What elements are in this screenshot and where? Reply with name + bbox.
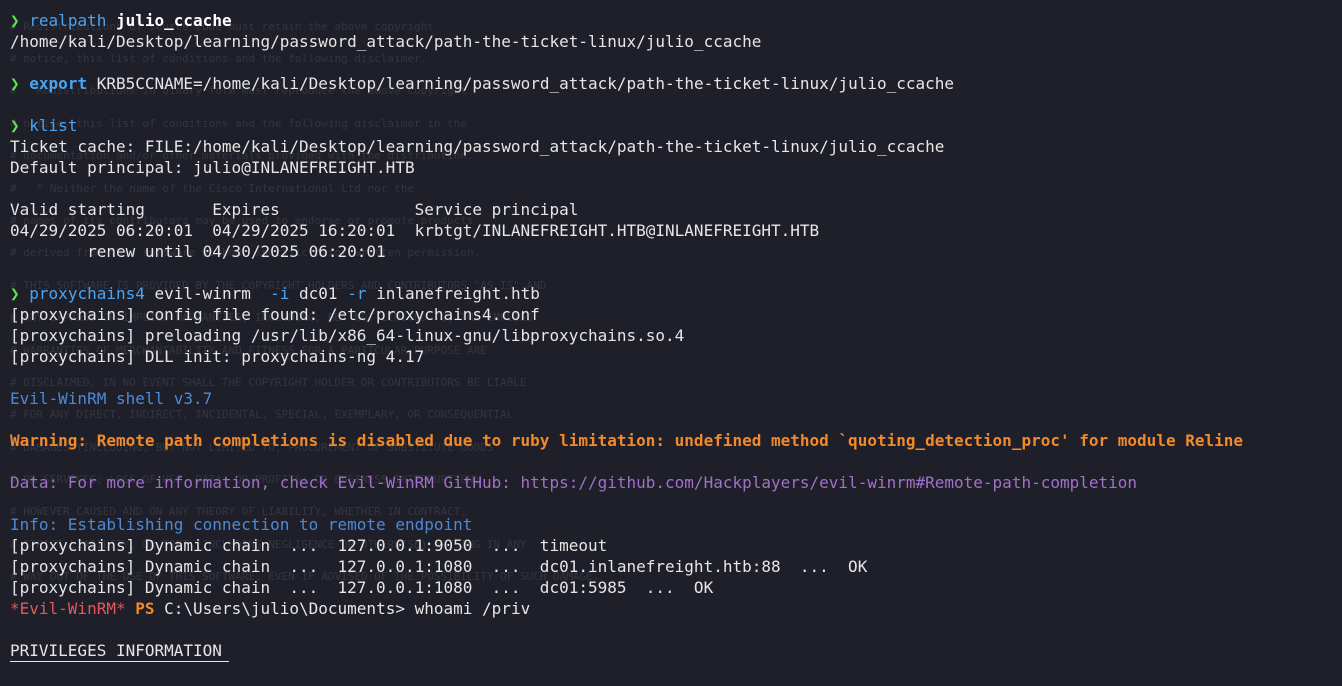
ps-label: PS [135, 599, 155, 618]
command-name: export [29, 74, 88, 93]
command-name: proxychains4 [29, 284, 145, 303]
evil-winrm-banner: Evil-WinRM shell v3.7 [10, 389, 213, 408]
command-name: realpath [29, 11, 107, 30]
command-arg: dc01 [299, 284, 338, 303]
command-line-realpath: ❯ realpath julio_ccache [10, 10, 1243, 31]
ps-command: whoami /priv [414, 599, 531, 618]
output-line: Default principal: julio@INLANEFREIGHT.H… [10, 158, 415, 177]
command-flag: -r [347, 284, 367, 303]
proxychains-output-line: [proxychains] config file found: /etc/pr… [10, 305, 540, 324]
ps-path: C:\Users\julio\Documents> [164, 599, 405, 618]
warning-line: Warning: Remote path completions is disa… [10, 431, 1243, 450]
data-info-line: Data: For more information, check Evil-W… [10, 473, 1138, 492]
proxychains-chain-line: [proxychains] Dynamic chain ... 127.0.0.… [10, 578, 714, 597]
terminal-output: ❯ realpath julio_ccache /home/kali/Deskt… [10, 10, 1243, 662]
heading-underline [10, 661, 229, 662]
command-line-export: ❯ export KRB5CCNAME=/home/kali/Desktop/l… [10, 73, 1243, 94]
prompt-arrow-icon: ❯ [10, 74, 20, 93]
proxychains-output-line: [proxychains] DLL init: proxychains-ng 4… [10, 347, 425, 366]
prompt-arrow-icon: ❯ [10, 116, 20, 135]
proxychains-output-line: [proxychains] preloading /usr/lib/x86_64… [10, 326, 685, 345]
command-arg: julio_ccache [115, 11, 232, 30]
powershell-prompt-line[interactable]: *Evil-WinRM* PS C:\Users\julio\Documents… [10, 598, 1243, 619]
terminal-window[interactable]: # Redistributions of source code must re… [0, 0, 1342, 686]
proxychains-chain-line: [proxychains] Dynamic chain ... 127.0.0.… [10, 536, 608, 555]
evil-winrm-tag: *Evil-WinRM* [10, 599, 126, 618]
ticket-table-row: 04/29/2025 06:20:01 04/29/2025 16:20:01 … [10, 221, 820, 240]
command-arg: KRB5CCNAME=/home/kali/Desktop/learning/p… [96, 74, 955, 93]
ticket-renew-line: renew until 04/30/2025 06:20:01 [10, 242, 386, 261]
prompt-arrow-icon: ❯ [10, 284, 20, 303]
prompt-arrow-icon: ❯ [10, 11, 20, 30]
proxychains-chain-line: [proxychains] Dynamic chain ... 127.0.0.… [10, 557, 868, 576]
command-arg: inlanefreight.htb [376, 284, 540, 303]
command-line-proxychains: ❯ proxychains4 evil-winrm -i dc01 -r inl… [10, 283, 1243, 304]
command-arg: evil-winrm [154, 284, 251, 303]
ticket-table-header: Valid starting Expires Service principal [10, 200, 579, 219]
privileges-heading: PRIVILEGES INFORMATION [10, 641, 222, 660]
command-line-klist: ❯ klist [10, 115, 1243, 136]
command-flag: -i [270, 284, 290, 303]
info-line: Info: Establishing connection to remote … [10, 515, 473, 534]
output-line: Ticket cache: FILE:/home/kali/Desktop/le… [10, 137, 945, 156]
output-line: /home/kali/Desktop/learning/password_att… [10, 32, 762, 51]
command-name: klist [29, 116, 78, 135]
